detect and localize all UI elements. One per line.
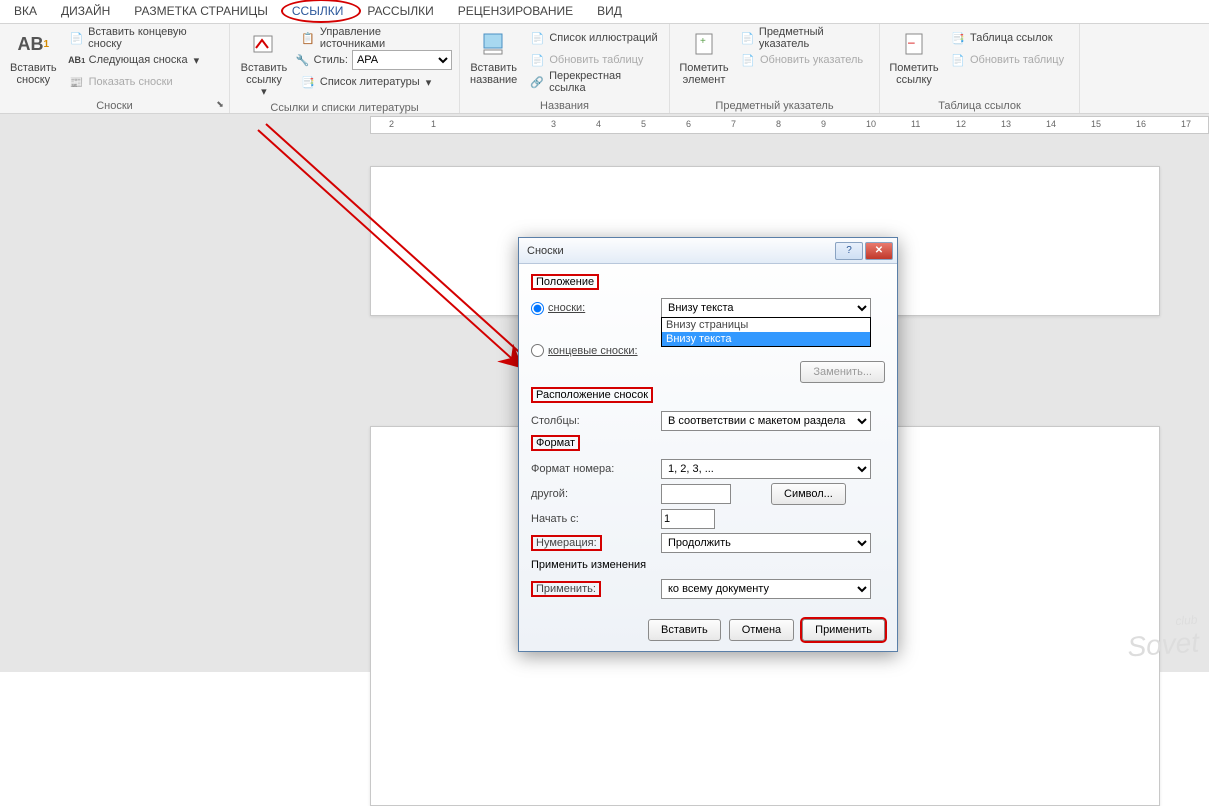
tab-mailings[interactable]: РАССЫЛКИ <box>355 0 445 23</box>
tab-references[interactable]: ССЫЛКИ <box>280 0 355 23</box>
manage-sources-button[interactable]: 📋 Управление источниками <box>296 28 453 48</box>
cancel-button[interactable]: Отмена <box>729 619 794 641</box>
insert-citation-button[interactable]: Вставить ссылку▾ <box>236 26 292 100</box>
replace-button: Заменить... <box>800 361 885 383</box>
footnotes-dialog: Сноски ? ✕ Положение сноски: Внизу текст… <box>518 237 898 652</box>
tab-design[interactable]: ДИЗАЙН <box>49 0 122 23</box>
ribbon: AB1 Вставить сноску 📄 Вставить концевую … <box>0 24 1209 114</box>
footnote-position-dropdown[interactable]: Внизу страницы Внизу текста <box>661 317 871 347</box>
citation-style-select[interactable]: APA <box>352 50 452 70</box>
update-index-icon: 📄 <box>740 52 756 68</box>
insert-footnote-button[interactable]: AB1 Вставить сноску <box>6 26 61 98</box>
svg-text:+: + <box>700 36 706 47</box>
dialog-help-button[interactable]: ? <box>835 242 863 260</box>
section-format: Формат <box>531 435 580 451</box>
endnotes-radio-label[interactable]: концевые сноски: <box>531 344 661 357</box>
mark-citation-button[interactable]: – Пометить ссылку <box>886 26 942 98</box>
insert-endnote-button[interactable]: 📄 Вставить концевую сноску <box>65 28 223 48</box>
table-of-figures-button[interactable]: 📄 Список иллюстраций <box>525 28 663 48</box>
footnotes-dialog-launcher[interactable]: ⬊ <box>213 97 227 111</box>
apply-to-select[interactable]: ко всему документу <box>661 579 871 599</box>
endnotes-radio[interactable] <box>531 344 544 357</box>
update-index-button[interactable]: 📄 Обновить указатель <box>736 50 873 70</box>
update-icon: 📄 <box>529 52 545 68</box>
number-format-select[interactable]: 1, 2, 3, ... <box>661 459 871 479</box>
footnotes-radio[interactable] <box>531 302 544 315</box>
tab-review[interactable]: РЕЦЕНЗИРОВАНИЕ <box>446 0 585 23</box>
style-label: Стиль: <box>314 54 348 66</box>
manage-sources-icon: 📋 <box>300 30 316 46</box>
update-authorities-button[interactable]: 📄 Обновить таблицу <box>946 50 1068 70</box>
ribbon-tabs: ВКА ДИЗАЙН РАЗМЕТКА СТРАНИЦЫ ССЫЛКИ РАСС… <box>0 0 1209 24</box>
group-title-captions: Названия <box>466 98 663 113</box>
update-auth-icon: 📄 <box>950 52 966 68</box>
dialog-title: Сноски <box>523 245 833 257</box>
mark-entry-button[interactable]: + Пометить элемент <box>676 26 732 98</box>
citation-icon <box>248 28 280 60</box>
symbol-button[interactable]: Символ... <box>771 483 846 505</box>
group-authorities: – Пометить ссылку 📑 Таблица ссылок 📄 Обн… <box>880 24 1080 113</box>
numbering-select[interactable]: Продолжить <box>661 533 871 553</box>
dialog-titlebar[interactable]: Сноски ? ✕ <box>519 238 897 264</box>
custom-mark-label: другой: <box>531 488 661 500</box>
index-icon: 📄 <box>740 30 755 46</box>
horizontal-ruler[interactable]: 2 1 3 4 5 6 7 8 9 10 11 12 13 14 15 16 1… <box>370 116 1209 134</box>
cross-reference-button[interactable]: 🔗 Перекрестная ссылка <box>525 72 663 92</box>
group-citations: Вставить ссылку▾ 📋 Управление источникам… <box>230 24 460 113</box>
group-captions: Вставить название 📄 Список иллюстраций 📄… <box>460 24 670 113</box>
dropdown-option-selected[interactable]: Внизу текста <box>662 332 870 346</box>
section-position: Положение <box>531 274 599 290</box>
insert-index-button[interactable]: 📄 Предметный указатель <box>736 28 873 48</box>
columns-select[interactable]: В соответствии с макетом раздела <box>661 411 871 431</box>
cross-ref-icon: 🔗 <box>529 74 545 90</box>
next-footnote-button[interactable]: AB1 Следующая сноска▾ <box>65 50 223 70</box>
footnote-position-select[interactable]: Внизу текста <box>661 298 871 318</box>
endnote-icon: 📄 <box>69 30 85 46</box>
tab-view[interactable]: ВИД <box>585 0 634 23</box>
update-table-button[interactable]: 📄 Обновить таблицу <box>525 50 663 70</box>
figures-list-icon: 📄 <box>529 30 545 46</box>
dialog-close-button[interactable]: ✕ <box>865 242 893 260</box>
group-index: + Пометить элемент 📄 Предметный указател… <box>670 24 880 113</box>
show-footnotes-button[interactable]: 📰 Показать сноски <box>65 72 223 92</box>
apply-to-label: Применить: <box>531 581 601 597</box>
tab-partial[interactable]: ВКА <box>2 0 49 23</box>
number-format-label: Формат номера: <box>531 463 661 475</box>
start-at-label: Начать с: <box>531 513 661 525</box>
next-footnote-icon: AB1 <box>69 52 85 68</box>
authorities-icon: 📑 <box>950 30 966 46</box>
bibliography-icon: 📑 <box>300 74 316 90</box>
mark-citation-icon: – <box>898 28 930 60</box>
numbering-label: Нумерация: <box>531 535 602 551</box>
footnote-icon: AB1 <box>17 28 49 60</box>
mark-entry-icon: + <box>688 28 720 60</box>
start-at-input[interactable] <box>661 509 715 529</box>
style-icon: 🔧 <box>296 54 310 67</box>
bibliography-button[interactable]: 📑 Список литературы▾ <box>296 72 453 92</box>
show-notes-icon: 📰 <box>69 74 85 90</box>
insert-authorities-button[interactable]: 📑 Таблица ссылок <box>946 28 1068 48</box>
columns-label: Столбцы: <box>531 415 661 427</box>
group-title-footnotes: Сноски <box>6 98 223 113</box>
footnotes-radio-label[interactable]: сноски: <box>531 302 661 315</box>
tab-page-layout[interactable]: РАЗМЕТКА СТРАНИЦЫ <box>122 0 280 23</box>
insert-button[interactable]: Вставить <box>648 619 721 641</box>
group-title-authorities: Таблица ссылок <box>886 98 1073 113</box>
dropdown-option[interactable]: Внизу страницы <box>662 318 870 332</box>
group-footnotes: AB1 Вставить сноску 📄 Вставить концевую … <box>0 24 230 113</box>
svg-text:–: – <box>908 35 915 49</box>
section-layout: Расположение сносок <box>531 387 653 403</box>
insert-caption-button[interactable]: Вставить название <box>466 26 521 98</box>
group-title-index: Предметный указатель <box>676 98 873 113</box>
section-apply-changes: Применить изменения <box>531 559 646 571</box>
caption-icon <box>478 28 510 60</box>
custom-mark-input[interactable] <box>661 484 731 504</box>
apply-button[interactable]: Применить <box>802 619 885 641</box>
ruler-area: 2 1 3 4 5 6 7 8 9 10 11 12 13 14 15 16 1… <box>0 114 1209 136</box>
